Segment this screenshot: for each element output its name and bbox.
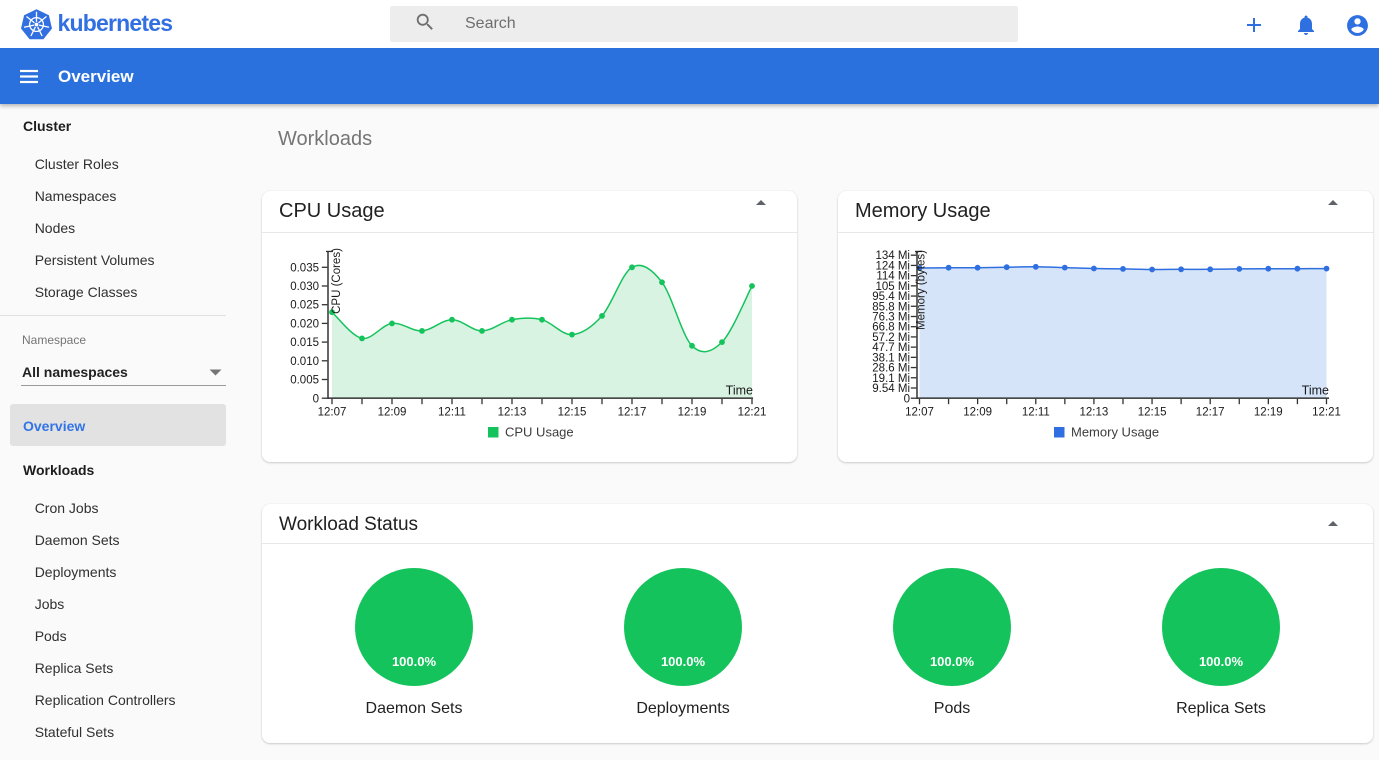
svg-text:134 Mi: 134 Mi [875, 250, 910, 262]
svg-text:12:13: 12:13 [498, 407, 527, 419]
svg-text:12:09: 12:09 [963, 407, 992, 419]
svg-text:12:07: 12:07 [318, 407, 347, 419]
svg-text:12:15: 12:15 [558, 407, 587, 419]
svg-text:0: 0 [904, 393, 910, 405]
svg-text:0.030: 0.030 [290, 281, 319, 293]
svg-text:12:13: 12:13 [1080, 407, 1109, 419]
svg-text:0.025: 0.025 [290, 300, 319, 312]
svg-text:12:17: 12:17 [618, 407, 647, 419]
svg-text:12:11: 12:11 [438, 407, 466, 419]
svg-text:0.005: 0.005 [290, 375, 319, 387]
svg-text:12:09: 12:09 [378, 407, 407, 419]
svg-text:Memory (bytes): Memory (bytes) [916, 250, 928, 330]
svg-text:12:21: 12:21 [1312, 407, 1341, 419]
svg-text:CPU (Cores): CPU (Cores) [331, 248, 343, 314]
svg-text:0.035: 0.035 [290, 262, 319, 274]
svg-text:12:15: 12:15 [1138, 407, 1167, 419]
svg-text:0.010: 0.010 [290, 356, 319, 368]
svg-text:12:07: 12:07 [905, 407, 934, 419]
svg-text:0.020: 0.020 [290, 318, 319, 330]
svg-text:CPU Usage: CPU Usage [505, 425, 574, 440]
svg-text:95.4 Mi: 95.4 Mi [872, 291, 910, 303]
svg-text:28.6 Mi: 28.6 Mi [872, 363, 910, 375]
svg-text:66.8 Mi: 66.8 Mi [872, 322, 910, 334]
svg-text:Time: Time [1302, 384, 1329, 398]
svg-text:Time: Time [726, 384, 753, 398]
svg-text:0.015: 0.015 [290, 337, 319, 349]
svg-text:12:19: 12:19 [678, 407, 707, 419]
svg-text:Memory Usage: Memory Usage [1071, 425, 1159, 440]
svg-text:12:11: 12:11 [1022, 407, 1050, 419]
svg-text:0: 0 [313, 393, 319, 405]
svg-text:12:17: 12:17 [1196, 407, 1225, 419]
svg-text:12:19: 12:19 [1254, 407, 1283, 419]
svg-text:12:21: 12:21 [738, 407, 767, 419]
